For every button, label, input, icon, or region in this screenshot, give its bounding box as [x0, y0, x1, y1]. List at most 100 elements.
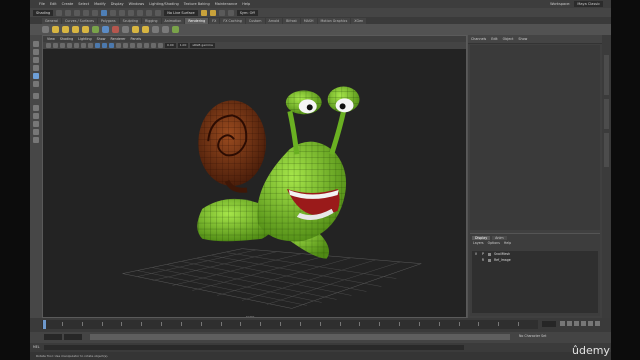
- play-backward-icon[interactable]: [574, 321, 579, 326]
- surface-shader-icon[interactable]: [122, 26, 129, 33]
- open-scene-icon[interactable]: [65, 9, 72, 16]
- time-slider-track[interactable]: [42, 320, 538, 329]
- hypershade-icon[interactable]: [227, 9, 234, 16]
- point-light-icon[interactable]: [62, 26, 69, 33]
- menu-help[interactable]: Help: [242, 2, 250, 6]
- new-scene-icon[interactable]: [56, 9, 63, 16]
- step-back-icon[interactable]: [567, 321, 572, 326]
- menu-create[interactable]: Create: [62, 2, 74, 6]
- layer-menu-layers[interactable]: Layers: [473, 241, 484, 245]
- menu-display[interactable]: Display: [111, 2, 124, 6]
- select-object-icon[interactable]: [110, 9, 117, 16]
- playback-range-bar[interactable]: [90, 334, 510, 340]
- outliner-layout-icon[interactable]: [33, 129, 39, 135]
- menu-texture-baking[interactable]: Texture Baking: [184, 2, 210, 6]
- go-to-start-icon[interactable]: [560, 321, 565, 326]
- exposure-field[interactable]: 1.00: [177, 43, 189, 48]
- camera-icon[interactable]: [42, 26, 49, 33]
- list-item[interactable]: R Ref_Image: [472, 257, 598, 263]
- side-tab-channel-box[interactable]: [604, 55, 609, 95]
- spot-light-icon[interactable]: [52, 26, 59, 33]
- select-component-icon[interactable]: [119, 9, 126, 16]
- move-tool-icon[interactable]: [33, 65, 39, 71]
- side-tab-modeling-toolkit[interactable]: [604, 99, 609, 129]
- workspace-dropdown[interactable]: Maya Classic: [574, 1, 603, 7]
- menu-modify[interactable]: Modify: [94, 2, 106, 6]
- ipr-render-icon[interactable]: [209, 9, 216, 16]
- side-tab-attribute-editor[interactable]: [604, 133, 609, 167]
- current-frame-field[interactable]: [542, 321, 556, 327]
- cb-menu-object[interactable]: Object: [503, 37, 514, 41]
- texture-icon[interactable]: [172, 26, 179, 33]
- wireframe-on-shaded-icon[interactable]: [109, 43, 114, 48]
- rotate-tool-icon[interactable]: [33, 73, 39, 79]
- start-time-field[interactable]: [44, 334, 62, 340]
- isolate-select-icon[interactable]: [151, 43, 156, 48]
- blinn-material-icon[interactable]: [102, 26, 109, 33]
- uv-editor-icon[interactable]: [162, 26, 169, 33]
- play-forward-icon[interactable]: [581, 321, 586, 326]
- wireframe-icon[interactable]: [95, 43, 100, 48]
- lambert-material-icon[interactable]: [92, 26, 99, 33]
- mel-label[interactable]: MEL: [33, 345, 40, 349]
- shadows-icon[interactable]: [130, 43, 135, 48]
- smooth-shade-icon[interactable]: [102, 43, 107, 48]
- playback-toggle[interactable]: P: [481, 252, 485, 256]
- vp-menu-panels[interactable]: Panels: [131, 37, 142, 41]
- ambient-occlusion-icon[interactable]: [137, 43, 142, 48]
- menuset-dropdown[interactable]: Shading: [33, 9, 54, 16]
- vp-menu-show[interactable]: Show: [97, 37, 106, 41]
- go-to-end-icon[interactable]: [595, 321, 600, 326]
- time-slider[interactable]: [30, 318, 611, 332]
- render-icon[interactable]: [142, 26, 149, 33]
- live-surface-field[interactable]: No Live Surface: [164, 9, 198, 16]
- vp-menu-lighting[interactable]: Lighting: [78, 37, 91, 41]
- colorspace-dropdown[interactable]: sRGB gamma: [190, 43, 215, 48]
- snail-model[interactable]: [197, 86, 360, 259]
- resolution-gate-icon[interactable]: [88, 43, 93, 48]
- render-settings-icon[interactable]: [218, 9, 225, 16]
- layer-color-swatch[interactable]: [488, 252, 491, 256]
- render-frame-icon[interactable]: [200, 9, 207, 16]
- render-view-icon[interactable]: [132, 26, 139, 33]
- cb-menu-channels[interactable]: Channels: [471, 37, 486, 41]
- antialiasing-icon[interactable]: [144, 43, 149, 48]
- viewport-panel[interactable]: View Shading Lighting Show Renderer Pane…: [42, 35, 467, 318]
- visibility-toggle[interactable]: V: [474, 252, 478, 256]
- vp-menu-shading[interactable]: Shading: [60, 37, 73, 41]
- grid-toggle-icon[interactable]: [74, 43, 79, 48]
- save-scene-icon[interactable]: [74, 9, 81, 16]
- use-lights-icon[interactable]: [123, 43, 128, 48]
- four-view-icon[interactable]: [33, 113, 39, 119]
- command-input[interactable]: [44, 345, 464, 350]
- playhead[interactable]: [43, 320, 46, 329]
- tab-anim[interactable]: Anim: [492, 236, 507, 240]
- snap-grid-icon[interactable]: [128, 9, 135, 16]
- select-tool-icon[interactable]: [33, 41, 39, 47]
- phong-material-icon[interactable]: [112, 26, 119, 33]
- area-light-icon[interactable]: [82, 26, 89, 33]
- range-start-field[interactable]: [64, 334, 82, 340]
- menu-lighting-shading[interactable]: Lighting/Shading: [149, 2, 179, 6]
- viewport-canvas[interactable]: [43, 49, 466, 318]
- camera-attributes-icon[interactable]: [53, 43, 58, 48]
- bookmark-icon[interactable]: [60, 43, 65, 48]
- paint-select-tool-icon[interactable]: [33, 57, 39, 63]
- display-type-toggle[interactable]: R: [481, 258, 485, 262]
- redo-icon[interactable]: [92, 9, 99, 16]
- menu-edit[interactable]: Edit: [50, 2, 57, 6]
- scale-tool-icon[interactable]: [33, 81, 39, 87]
- cb-menu-edit[interactable]: Edit: [491, 37, 497, 41]
- single-view-icon[interactable]: [33, 105, 39, 111]
- symmetry-dropdown[interactable]: Sym: Off: [236, 9, 258, 16]
- snap-curve-icon[interactable]: [137, 9, 144, 16]
- side-by-side-icon[interactable]: [33, 121, 39, 127]
- menu-maintenance[interactable]: Maintenance: [215, 2, 238, 6]
- directional-light-icon[interactable]: [72, 26, 79, 33]
- select-camera-icon[interactable]: [46, 43, 51, 48]
- lasso-tool-icon[interactable]: [33, 49, 39, 55]
- menu-windows[interactable]: Windows: [129, 2, 145, 6]
- film-gate-icon[interactable]: [81, 43, 86, 48]
- image-plane-icon[interactable]: [67, 43, 72, 48]
- layer-color-swatch[interactable]: [488, 258, 491, 262]
